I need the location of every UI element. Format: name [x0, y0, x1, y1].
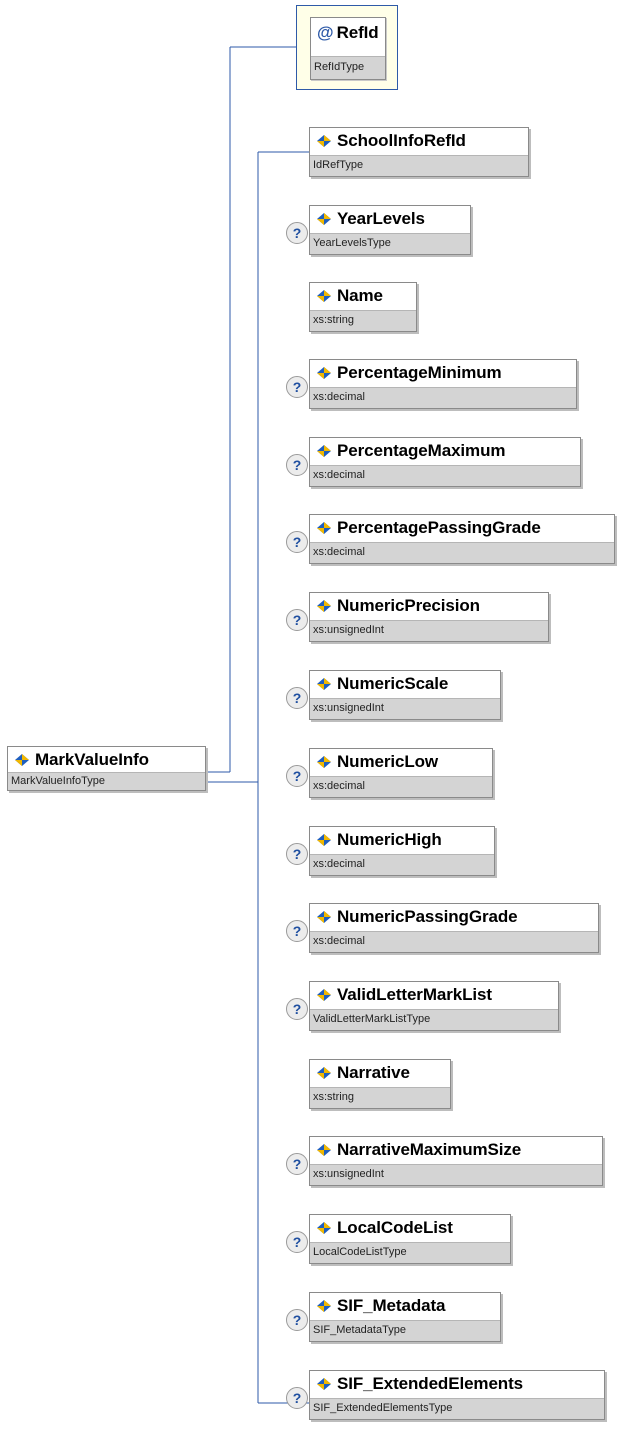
element-name: NumericPassingGrade	[337, 907, 518, 926]
element-name: PercentageMaximum	[337, 441, 506, 460]
element-name: PercentagePassingGrade	[337, 518, 541, 537]
element-type: xs:decimal	[310, 931, 598, 952]
element-icon	[317, 135, 331, 147]
element-node-localcodelist[interactable]: LocalCodeList LocalCodeListType	[309, 1214, 511, 1264]
element-icon	[317, 834, 331, 846]
optional-icon-yearlevels: ?	[286, 222, 308, 244]
element-name: Narrative	[337, 1063, 410, 1082]
element-type: xs:decimal	[310, 387, 576, 408]
element-node-sif-metadata[interactable]: SIF_Metadata SIF_MetadataType	[309, 1292, 501, 1342]
element-node-yearlevels[interactable]: YearLevels YearLevelsType	[309, 205, 471, 255]
optional-icon-numericlow: ?	[286, 765, 308, 787]
element-type: xs:string	[310, 310, 416, 331]
element-name: SIF_Metadata	[337, 1296, 446, 1315]
element-type: xs:string	[310, 1087, 450, 1108]
optional-icon-numericprecision: ?	[286, 609, 308, 631]
element-icon	[317, 290, 331, 302]
element-icon	[317, 522, 331, 534]
optional-icon-percentageminimum: ?	[286, 376, 308, 398]
element-type: SIF_MetadataType	[310, 1320, 500, 1341]
element-type: xs:decimal	[310, 465, 580, 486]
element-icon	[317, 1067, 331, 1079]
element-node-numericprecision[interactable]: NumericPrecision xs:unsignedInt	[309, 592, 549, 642]
element-icon	[317, 756, 331, 768]
element-type: LocalCodeListType	[310, 1242, 510, 1263]
element-icon	[317, 600, 331, 612]
element-icon	[317, 367, 331, 379]
element-type: xs:unsignedInt	[310, 620, 548, 641]
element-node-narrative[interactable]: Narrative xs:string	[309, 1059, 451, 1109]
element-type: YearLevelsType	[310, 233, 470, 254]
element-type: xs:decimal	[310, 776, 492, 797]
element-name: NarrativeMaximumSize	[337, 1140, 522, 1159]
optional-icon-percentagemaximum: ?	[286, 454, 308, 476]
optional-icon-sif-metadata: ?	[286, 1309, 308, 1331]
optional-icon-numericscale: ?	[286, 687, 308, 709]
element-type: xs:unsignedInt	[310, 698, 500, 719]
root-element-type: MarkValueInfoType	[8, 772, 205, 790]
element-icon	[317, 989, 331, 1001]
element-icon	[317, 1378, 331, 1390]
attribute-type: RefIdType	[311, 56, 385, 79]
attribute-name: RefId	[336, 23, 379, 42]
attribute-node-refid[interactable]: @ RefId RefIdType	[310, 17, 386, 80]
element-icon	[15, 754, 29, 766]
element-node-percentageminimum[interactable]: PercentageMinimum xs:decimal	[309, 359, 577, 409]
element-node-numericscale[interactable]: NumericScale xs:unsignedInt	[309, 670, 501, 720]
root-element-node[interactable]: MarkValueInfo MarkValueInfoType	[7, 746, 206, 791]
element-node-numerichigh[interactable]: NumericHigh xs:decimal	[309, 826, 495, 876]
element-type: SIF_ExtendedElementsType	[310, 1398, 604, 1419]
element-name: Name	[337, 286, 383, 305]
optional-icon-numericpassinggrade: ?	[286, 920, 308, 942]
element-icon	[317, 911, 331, 923]
element-node-numericlow[interactable]: NumericLow xs:decimal	[309, 748, 493, 798]
root-element-name: MarkValueInfo	[35, 750, 149, 769]
optional-icon-numerichigh: ?	[286, 843, 308, 865]
element-type: ValidLetterMarkListType	[310, 1009, 558, 1030]
element-icon	[317, 1222, 331, 1234]
element-name: YearLevels	[337, 209, 425, 228]
element-node-numericpassinggrade[interactable]: NumericPassingGrade xs:decimal	[309, 903, 599, 953]
element-node-schoolinforefid[interactable]: SchoolInfoRefId IdRefType	[309, 127, 529, 177]
element-icon	[317, 678, 331, 690]
element-name: PercentageMinimum	[337, 363, 502, 382]
element-icon	[317, 213, 331, 225]
element-node-name[interactable]: Name xs:string	[309, 282, 417, 332]
optional-icon-localcodelist: ?	[286, 1231, 308, 1253]
element-icon	[317, 1144, 331, 1156]
optional-icon-percentagepassinggrade: ?	[286, 531, 308, 553]
element-node-sif-extendedelements[interactable]: SIF_ExtendedElements SIF_ExtendedElements…	[309, 1370, 605, 1420]
element-type: xs:unsignedInt	[310, 1164, 602, 1185]
element-name: LocalCodeList	[337, 1218, 453, 1237]
element-name: NumericPrecision	[337, 596, 480, 615]
element-type: IdRefType	[310, 155, 528, 176]
element-node-percentagemaximum[interactable]: PercentageMaximum xs:decimal	[309, 437, 581, 487]
element-name: NumericScale	[337, 674, 449, 693]
element-name: NumericLow	[337, 752, 439, 771]
element-type: xs:decimal	[310, 542, 614, 563]
element-name: NumericHigh	[337, 830, 442, 849]
element-node-narrativemaximumsize[interactable]: NarrativeMaximumSize xs:unsignedInt	[309, 1136, 603, 1186]
element-name: SchoolInfoRefId	[337, 131, 466, 150]
optional-icon-narrativemaximumsize: ?	[286, 1153, 308, 1175]
element-type: xs:decimal	[310, 854, 494, 875]
optional-icon-validlettermarklist: ?	[286, 998, 308, 1020]
element-name: SIF_ExtendedElements	[337, 1374, 524, 1393]
element-icon	[317, 1300, 331, 1312]
element-icon	[317, 445, 331, 457]
optional-icon-sif-extendedelements: ?	[286, 1387, 308, 1409]
attribute-at-icon: @	[317, 23, 334, 42]
element-name: ValidLetterMarkList	[337, 985, 492, 1004]
element-node-validlettermarklist[interactable]: ValidLetterMarkList ValidLetterMarkListTy…	[309, 981, 559, 1031]
element-node-percentagepassinggrade[interactable]: PercentagePassingGrade xs:decimal	[309, 514, 615, 564]
attribute-group: @ RefId RefIdType	[296, 5, 398, 90]
